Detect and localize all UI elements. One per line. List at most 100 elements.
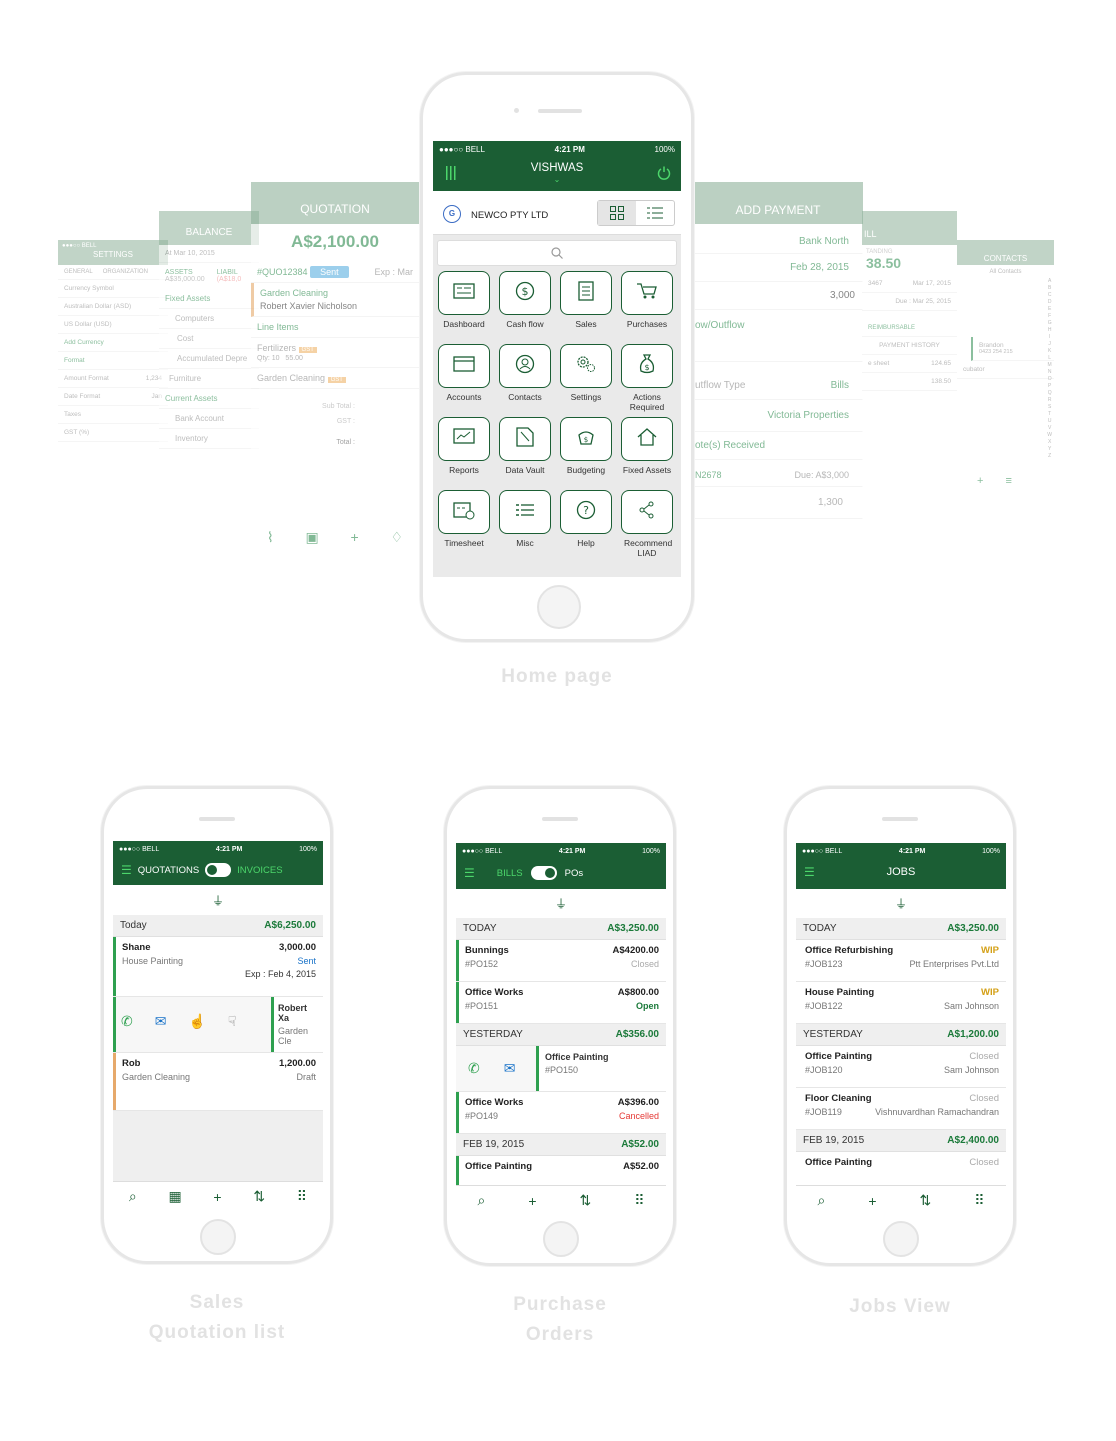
tab-invoices[interactable]: INVOICES (237, 865, 282, 876)
add-icon[interactable]: + (351, 529, 359, 546)
alphabet-letter[interactable]: M (1047, 362, 1052, 369)
list-item[interactable]: Rob 1,200.00 Garden Cleaning Draft (113, 1053, 323, 1111)
tile-misc[interactable] (499, 490, 551, 534)
alphabet-letter[interactable]: F (1047, 313, 1052, 320)
settings-row[interactable]: GST (%) (58, 424, 168, 442)
alphabet-letter[interactable]: H (1047, 327, 1052, 334)
tile-settings[interactable] (560, 344, 612, 388)
alphabet-letter[interactable]: A (1047, 278, 1052, 285)
tile-purchases[interactable] (621, 271, 673, 315)
thumbs-up-icon[interactable]: ♢ (391, 529, 404, 546)
balance-row[interactable]: Computers (159, 309, 259, 329)
quotation-invoice-toggle[interactable] (205, 863, 232, 877)
alphabet-letter[interactable]: I (1047, 334, 1052, 341)
tile-actions-required[interactable]: $ (621, 344, 673, 388)
paid-field[interactable]: 1,300 (693, 487, 863, 519)
filter-icon[interactable]: ⏚ (113, 885, 323, 915)
alphabet-letter[interactable]: O (1047, 376, 1052, 383)
alphabet-letter[interactable]: Z (1047, 453, 1052, 460)
tile-contacts[interactable] (499, 344, 551, 388)
alphabet-letter[interactable]: S (1047, 404, 1052, 411)
filter-icon[interactable]: ⏚ (796, 889, 1006, 918)
contacts-filter[interactable]: All Contacts (957, 265, 1054, 279)
sort-icon[interactable]: ⇅ (919, 1192, 931, 1209)
phone-icon[interactable]: ✆ (121, 1013, 133, 1030)
settings-row[interactable]: Australian Dollar (ASD) (58, 298, 168, 316)
amount-field[interactable]: 3,000 (693, 282, 863, 310)
list-view-icon[interactable] (636, 201, 674, 225)
add-icon[interactable]: + (213, 1189, 221, 1205)
group-icon[interactable]: ⠿ (297, 1188, 307, 1205)
tab-quotations[interactable]: QUOTATIONS (138, 865, 199, 876)
property-field[interactable]: Victoria Properties (693, 400, 863, 432)
tile-help[interactable]: ? (560, 490, 612, 534)
alphabet-letter[interactable]: R (1047, 397, 1052, 404)
tab-general[interactable]: GENERAL (64, 269, 93, 275)
mail-icon[interactable]: ✉ (155, 1013, 167, 1030)
alphabet-letter[interactable]: D (1047, 299, 1052, 306)
tile-fixed-assets[interactable] (621, 417, 673, 461)
alphabet-letter[interactable]: X (1047, 439, 1052, 446)
tab-bills[interactable]: BILLS (497, 868, 523, 879)
alphabet-letter[interactable]: B (1047, 285, 1052, 292)
group-icon[interactable]: ⠿ (974, 1192, 984, 1209)
add-icon[interactable]: + (528, 1193, 536, 1209)
list-item[interactable]: Office Refurbishing WIP #JOB123 Ptt Enterpr… (796, 940, 1006, 982)
grid-view-icon[interactable] (598, 201, 636, 225)
add-icon[interactable]: + (868, 1193, 876, 1209)
search-input[interactable] (437, 240, 677, 266)
balance-row[interactable]: Bank Account (159, 409, 259, 429)
list-item[interactable]: House Painting WIP #JOB122 Sam Johnson (796, 982, 1006, 1024)
tile-reports[interactable] (438, 417, 490, 461)
sort-icon[interactable]: ≡ (1005, 475, 1011, 487)
search-icon[interactable]: ⌕ (477, 1192, 485, 1209)
balance-row[interactable]: Fixed Assets (159, 289, 259, 309)
menu-icon[interactable]: ☰ (121, 863, 132, 877)
home-button[interactable] (200, 1219, 236, 1255)
tile-data-vault[interactable] (499, 417, 551, 461)
add-currency-button[interactable]: Add Currency (58, 334, 168, 352)
list-item[interactable]: Office Works A$396.00 #PO149 Cancelled (456, 1092, 666, 1134)
alphabet-letter[interactable]: K (1047, 348, 1052, 355)
alphabet-letter[interactable]: Y (1047, 446, 1052, 453)
view-toggle[interactable] (597, 200, 675, 226)
list-item[interactable]: Shane 3,000.00 House Painting Sent Exp : F… (113, 937, 323, 997)
thumbs-down-icon[interactable]: ☟ (228, 1013, 237, 1030)
menu-icon[interactable]: ☰ (464, 866, 475, 880)
tile-cash-flow[interactable]: $ (499, 271, 551, 315)
alphabet-letter[interactable]: G (1047, 320, 1052, 327)
alphabet-letter[interactable]: N (1047, 369, 1052, 376)
balance-row[interactable]: Current Assets (159, 389, 259, 409)
bank-field[interactable]: Bank North (693, 224, 863, 254)
attach-icon[interactable]: ⌇ (267, 529, 274, 546)
tile-dashboard[interactable] (438, 271, 490, 315)
alphabet-letter[interactable]: J (1047, 341, 1052, 348)
tile-recommend-liad[interactable] (621, 490, 673, 534)
balance-row[interactable]: Inventory (159, 429, 259, 449)
alphabet-letter[interactable]: E (1047, 306, 1052, 313)
sort-icon[interactable]: ⇅ (253, 1188, 265, 1205)
reimbursable-checkbox[interactable]: REIMBURSABLE (862, 311, 957, 337)
outflow-type-field[interactable]: Bills (831, 380, 849, 391)
user-title[interactable]: VISHWAS (433, 162, 681, 174)
sort-icon[interactable]: ⇅ (579, 1192, 591, 1209)
alphabet-letter[interactable]: P (1047, 383, 1052, 390)
company-name[interactable]: NEWCO PTY LTD (471, 210, 548, 221)
alphabet-letter[interactable]: C (1047, 292, 1052, 299)
power-icon[interactable] (657, 166, 671, 180)
tile-sales[interactable] (560, 271, 612, 315)
alphabet-letter[interactable]: W (1047, 432, 1052, 439)
search-icon[interactable]: ⌕ (129, 1188, 137, 1205)
list-item[interactable]: Office Works A$800.00 #PO151 Open (456, 982, 666, 1024)
date-field[interactable]: Feb 28, 2015 (693, 254, 863, 282)
bills-pos-toggle[interactable] (530, 866, 557, 880)
chevron-down-icon[interactable]: ⌄ (433, 175, 681, 184)
tab-pos[interactable]: POs (565, 868, 583, 879)
search-icon[interactable]: ⌕ (817, 1192, 825, 1209)
group-icon[interactable]: ⠿ (634, 1192, 644, 1209)
calendar-icon[interactable]: ▣ (306, 529, 319, 546)
tab-organization[interactable]: ORGANIZATION (103, 269, 148, 275)
tile-accounts[interactable] (438, 344, 490, 388)
alphabet-letter[interactable]: L (1047, 355, 1052, 362)
list-item[interactable]: Floor Cleaning Closed #JOB119 Vishnuvardhan… (796, 1088, 1006, 1130)
